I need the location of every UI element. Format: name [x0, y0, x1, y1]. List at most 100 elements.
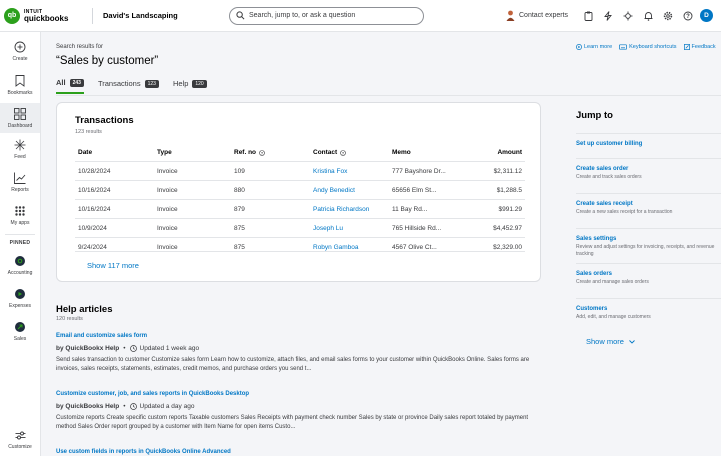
keyboard-icon — [619, 44, 628, 50]
sales-icon — [15, 322, 25, 332]
info-icon: ? — [340, 149, 347, 156]
nav-label: Sales — [13, 336, 27, 342]
clipboard-icon[interactable] — [578, 11, 598, 21]
help-article: Use custom fields in reports in QuickBoo… — [56, 449, 536, 455]
table-header: Date Type Ref. no? Contact? Memo Amount — [75, 144, 525, 162]
chevron-down-icon — [629, 339, 635, 344]
bell-icon[interactable] — [638, 11, 658, 21]
logo-quickbooks: quickbooks — [24, 13, 69, 23]
transactions-table: Date Type Ref. no? Contact? Memo Amount … — [75, 144, 525, 257]
transactions-title: Transactions — [75, 115, 134, 126]
play-circle-icon — [576, 44, 582, 50]
article-title-link[interactable]: Email and customize sales form — [56, 333, 536, 339]
global-search-input[interactable]: Search, jump to, or ask a question — [229, 6, 424, 25]
article-author: by QuickBookx Help — [56, 345, 120, 352]
qb-logo-icon: qb — [4, 7, 20, 24]
jump-item[interactable]: Set up customer billing — [576, 133, 721, 158]
top-icons: ? D — [578, 9, 714, 22]
accounting-icon — [15, 256, 25, 266]
expenses-icon — [15, 289, 25, 299]
jump-item[interactable]: Create sales order Create and track sale… — [576, 158, 721, 193]
jump-show-more-button[interactable]: Show more — [586, 337, 721, 346]
sidebar-divider — [5, 234, 35, 235]
contact-link[interactable]: Patricia Richardson — [313, 206, 392, 213]
help-article: Customize customer, job, and sales repor… — [56, 391, 536, 431]
contact-experts-button[interactable]: Contact experts — [506, 10, 568, 21]
nav-expenses[interactable]: Expenses — [0, 287, 40, 313]
nav-dashboard[interactable]: Dashboard — [0, 103, 40, 133]
contact-link[interactable]: Joseph Lu — [313, 225, 392, 232]
main-content: Search results for “Sales by customer” L… — [41, 32, 721, 456]
contact-link[interactable]: Robyn Gamboa — [313, 244, 392, 251]
table-row[interactable]: 9/24/2024 Invoice 875 Robyn Gamboa 4567 … — [75, 238, 525, 257]
apps-spark-icon[interactable] — [618, 11, 638, 21]
table-row[interactable]: 10/16/2024 Invoice 879 Patricia Richards… — [75, 200, 525, 219]
nav-reports[interactable]: Reports — [0, 171, 40, 199]
pinned-title: PINNED — [9, 240, 31, 246]
col-ref-no[interactable]: Ref. no? — [234, 149, 313, 156]
gear-icon[interactable] — [658, 11, 678, 21]
jump-item[interactable]: Sales settings Review and adjust setting… — [576, 228, 721, 263]
article-description: Customize reports Create specific custom… — [56, 415, 529, 430]
tabs-underline — [56, 95, 721, 96]
jump-item[interactable]: Customers Add, edit, and manage customer… — [576, 298, 721, 333]
learn-more-link[interactable]: Learn more — [576, 44, 612, 50]
article-author: by QuickBooks Help — [56, 403, 120, 410]
chart-line-icon — [14, 172, 26, 184]
feedback-link[interactable]: Feedback — [683, 44, 716, 50]
article-title-link[interactable]: Customize customer, job, and sales repor… — [56, 391, 536, 397]
search-results-for-label: Search results for — [56, 44, 104, 50]
info-icon: ? — [259, 149, 265, 156]
nav-sales[interactable]: Sales — [0, 320, 40, 346]
col-memo[interactable]: Memo — [392, 149, 472, 156]
clock-icon — [129, 345, 137, 352]
tab-count: 123 — [144, 79, 159, 88]
sliders-icon — [15, 431, 25, 439]
nav-label: Customize — [8, 444, 32, 450]
expert-avatar-icon — [506, 10, 515, 21]
keyboard-shortcuts-link[interactable]: Keyboard shortcuts — [619, 44, 677, 50]
nav-feed[interactable]: Feed — [0, 138, 40, 166]
lightning-icon[interactable] — [598, 10, 618, 21]
help-icon[interactable]: ? — [678, 11, 698, 21]
nav-label: Bookmarks — [7, 90, 33, 96]
plus-circle-icon — [14, 41, 26, 53]
jump-item[interactable]: Create sales receipt Create a new sales … — [576, 193, 721, 228]
contact-link[interactable]: Andy Benedict — [313, 187, 392, 194]
tab-count: 120 — [192, 79, 207, 88]
table-row[interactable]: 10/9/2024 Invoice 875 Joseph Lu 765 Hill… — [75, 219, 525, 238]
transactions-count: 123 results — [75, 129, 102, 135]
contact-link[interactable]: Kristina Fox — [313, 168, 392, 175]
col-contact[interactable]: Contact? — [313, 149, 392, 156]
nav-bookmarks[interactable]: Bookmarks — [0, 74, 40, 102]
nav-create[interactable]: Create — [0, 40, 40, 68]
col-type[interactable]: Type — [157, 149, 234, 156]
help-articles-count: 120 results — [56, 316, 83, 322]
nav-label: Accounting — [7, 270, 33, 276]
nav-accounting[interactable]: Accounting — [0, 254, 40, 280]
user-avatar[interactable]: D — [700, 9, 714, 22]
tab-all[interactable]: All 243 — [56, 78, 84, 94]
quickbooks-logo[interactable]: qb INTUIT quickbooks — [4, 7, 92, 24]
col-date[interactable]: Date — [75, 149, 157, 156]
show-more-transactions-button[interactable]: Show 117 more — [87, 261, 139, 270]
sparkle-icon — [14, 139, 26, 151]
nav-label: Expenses — [9, 303, 31, 309]
table-row[interactable]: 10/16/2024 Invoice 880 Andy Benedict 656… — [75, 181, 525, 200]
card-separator — [75, 251, 525, 252]
svg-text:?: ? — [686, 14, 690, 20]
article-title-link[interactable]: Use custom fields in reports in QuickBoo… — [56, 449, 536, 455]
nav-my-apps[interactable]: My apps — [0, 204, 40, 232]
nav-customize[interactable]: Customize — [0, 428, 40, 454]
nav-label: Create — [12, 56, 28, 62]
jump-item[interactable]: Sales orders Create and manage sales ord… — [576, 263, 721, 298]
company-name[interactable]: David's Landscaping — [103, 11, 223, 20]
tab-transactions[interactable]: Transactions 123 — [98, 78, 159, 94]
help-article: Email and customize sales form by QuickB… — [56, 333, 536, 373]
tab-help[interactable]: Help 120 — [173, 78, 207, 94]
search-icon — [236, 11, 245, 20]
col-amount[interactable]: Amount — [472, 149, 525, 156]
jump-to-panel: Jump to Set up customer billing Create s… — [576, 102, 721, 346]
table-row[interactable]: 10/28/2024 Invoice 109 Kristina Fox 777 … — [75, 162, 525, 181]
help-articles-title: Help articles — [56, 304, 113, 315]
